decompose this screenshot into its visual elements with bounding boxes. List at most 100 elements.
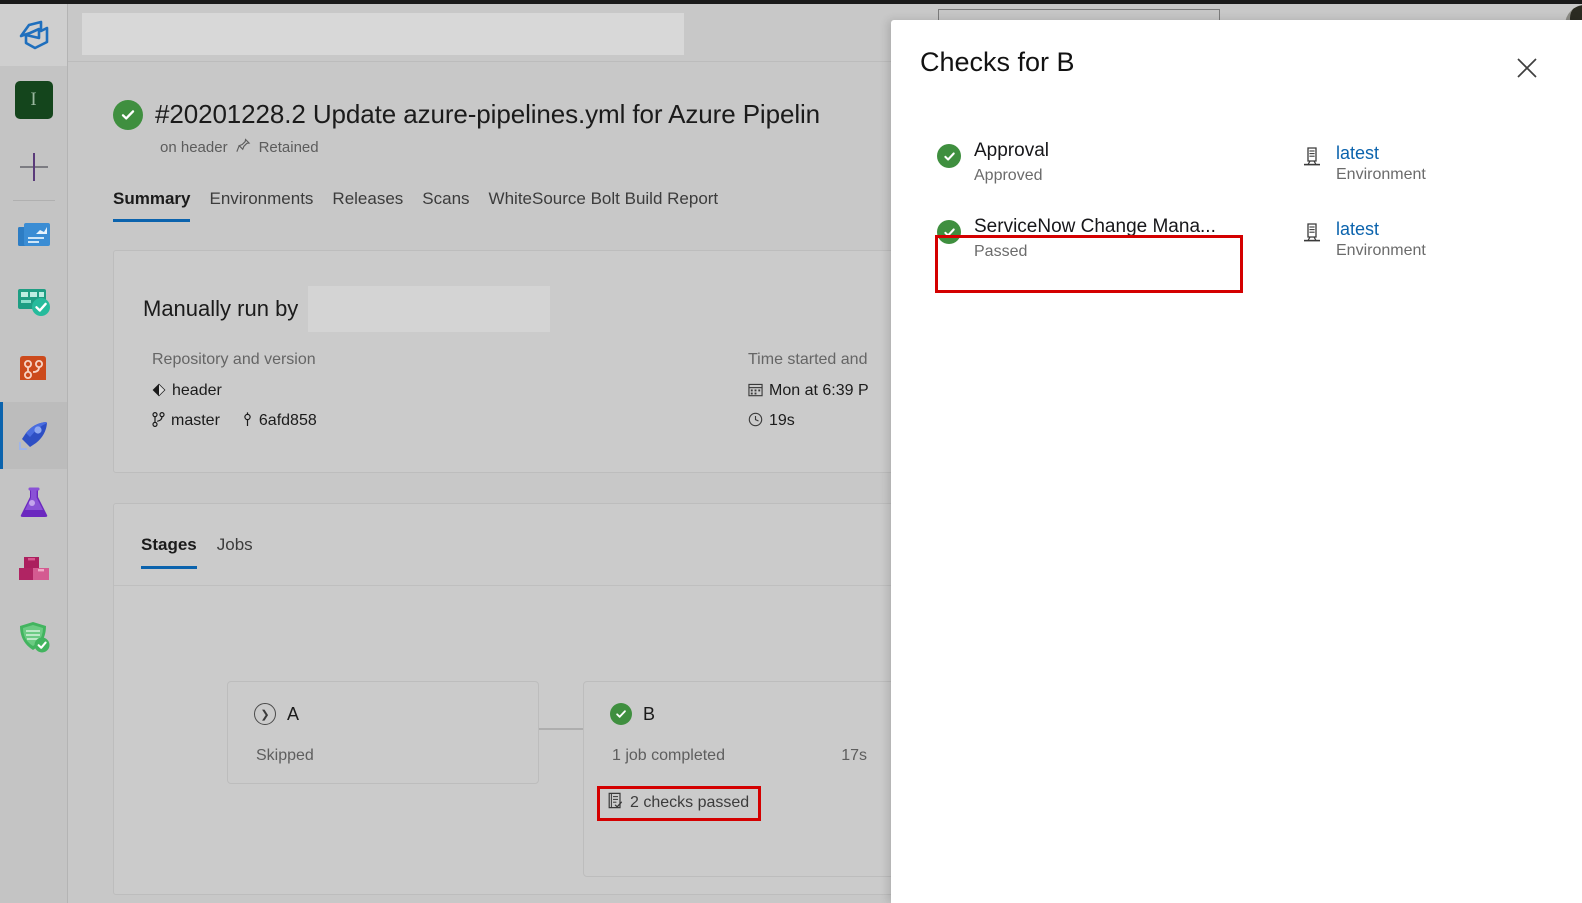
- checks-panel: Checks for B Approval Approved latest En…: [891, 20, 1582, 903]
- run-subtitle: on header Retained: [160, 138, 820, 156]
- pin-icon: [235, 138, 251, 156]
- test-plans-flask-icon: [20, 487, 47, 517]
- close-icon[interactable]: [1512, 53, 1542, 83]
- stage-a-status-text: Skipped: [256, 747, 314, 764]
- environment-server-icon: [1302, 146, 1322, 173]
- check-identity: ServiceNow Change Mana... Passed: [937, 216, 1216, 262]
- stage-b-status-text: 1 job completed: [612, 747, 725, 764]
- check-identity: Approval Approved: [937, 140, 1049, 186]
- time-started-row: Mon at 6:39 P: [748, 382, 869, 400]
- azure-devops-logo-icon[interactable]: [0, 4, 67, 66]
- rail-item-list: I: [0, 66, 67, 670]
- stage-a-name: A: [287, 703, 300, 724]
- stage-b-duration: 17s: [841, 747, 867, 764]
- tab-releases[interactable]: Releases: [332, 189, 422, 222]
- checks-passed-label: 2 checks passed: [630, 794, 750, 811]
- tab-whitesource-bolt-build-report[interactable]: WhiteSource Bolt Build Report: [489, 189, 738, 222]
- branch-name: master: [171, 412, 220, 429]
- repository-name: header: [172, 382, 222, 399]
- org-initial-badge: I: [14, 80, 53, 119]
- branch-icon: [152, 411, 165, 430]
- check-resource: latest Environment: [1302, 218, 1426, 260]
- stage-b-status: 1 job completed 17s: [612, 747, 867, 765]
- branch-group[interactable]: master: [152, 411, 220, 430]
- sidebar-item-test-plans[interactable]: [0, 469, 67, 536]
- duration-value: 19s: [769, 412, 795, 429]
- environment-server-icon: [1302, 222, 1322, 249]
- breadcrumb[interactable]: [82, 13, 684, 55]
- stage-a-header: ❯ A: [254, 703, 299, 725]
- time-started-value: Mon at 6:39 P: [769, 382, 869, 399]
- left-navigation-rail: I: [0, 4, 68, 903]
- time-group: Time started and Mon at 6:39 P 19s: [748, 351, 869, 442]
- sidebar-item-security[interactable]: [0, 603, 67, 670]
- sidebar-item-boards[interactable]: [0, 268, 67, 335]
- clock-icon: [748, 412, 763, 430]
- app-window: I #20201228.2 Update azure-pipelines.yml…: [0, 0, 1582, 903]
- repository-and-version-group: Repository and version header master 6af…: [152, 351, 333, 442]
- run-branch-label: on header: [160, 138, 228, 156]
- overview-dashboard-icon: [17, 222, 50, 246]
- security-shield-check-icon: [19, 621, 49, 652]
- check-circle-icon: [937, 144, 961, 168]
- retained-label: Retained: [258, 138, 319, 156]
- check-name: Approval: [974, 140, 1049, 161]
- repos-branch-icon: [19, 355, 46, 380]
- sidebar-item-repos[interactable]: [0, 335, 67, 402]
- environment-type: Environment: [1336, 241, 1426, 259]
- stage-card-b[interactable]: B 1 job completed 17s 2 checks passed: [583, 681, 896, 877]
- commit-sha: 6afd858: [258, 412, 317, 429]
- check-row[interactable]: Approval Approved latest Environment: [891, 140, 1582, 218]
- check-name: ServiceNow Change Mana...: [974, 216, 1216, 237]
- environment-link[interactable]: latest: [1336, 142, 1426, 165]
- run-by-user: [308, 286, 551, 332]
- stage-card-a[interactable]: ❯ A Skipped: [227, 681, 539, 784]
- check-circle-icon: [610, 703, 632, 725]
- repository-icon: [152, 383, 166, 400]
- checks-passed-link[interactable]: 2 checks passed: [597, 786, 762, 821]
- duration-row: 19s: [748, 412, 869, 430]
- tab-scans[interactable]: Scans: [422, 189, 488, 222]
- manually-run-by-row: Manually run by: [143, 286, 551, 332]
- boards-icon: [17, 288, 50, 316]
- check-state: Approved: [974, 166, 1043, 184]
- skipped-chevron-circle-icon: ❯: [254, 703, 276, 725]
- manually-run-by-label: Manually run by: [143, 296, 299, 321]
- sidebar-item-artifacts[interactable]: [0, 536, 67, 603]
- stage-a-status: Skipped: [256, 747, 510, 765]
- sidebar-item-overview[interactable]: [0, 201, 67, 268]
- commit-group[interactable]: 6afd858: [242, 412, 317, 430]
- tab-summary[interactable]: Summary: [113, 189, 209, 222]
- check-resource: latest Environment: [1302, 142, 1426, 184]
- panel-title: Checks for B: [920, 47, 1075, 77]
- check-circle-icon: [937, 220, 961, 244]
- stage-b-name: B: [643, 703, 656, 724]
- sidebar-item-pipelines[interactable]: [0, 402, 67, 469]
- repository-row[interactable]: header: [152, 382, 333, 400]
- run-header: #20201228.2 Update azure-pipelines.yml f…: [113, 99, 820, 156]
- sidebar-item-organization[interactable]: I: [0, 66, 67, 133]
- tab-stages[interactable]: Stages: [141, 535, 217, 569]
- stage-b-header: B: [610, 703, 655, 725]
- environment-link[interactable]: latest: [1336, 218, 1426, 241]
- commit-icon: [242, 412, 253, 430]
- stage-b-checks-wrap: 2 checks passed: [597, 786, 762, 821]
- plus-icon: [19, 152, 48, 181]
- repository-heading: Repository and version: [152, 351, 316, 368]
- checks-list: Approval Approved latest Environment Ser…: [891, 140, 1582, 294]
- checklist-icon: [607, 792, 623, 814]
- run-tab-list: Summary Environments Releases Scans Whit…: [113, 189, 737, 222]
- tab-jobs[interactable]: Jobs: [217, 535, 273, 569]
- artifacts-boxes-icon: [18, 556, 49, 580]
- check-state: Passed: [974, 242, 1028, 260]
- check-row[interactable]: ServiceNow Change Mana... Passed latest …: [891, 216, 1582, 294]
- page-title: #20201228.2 Update azure-pipelines.yml f…: [155, 99, 821, 129]
- tab-environments[interactable]: Environments: [209, 189, 332, 222]
- stage-connector-line: [539, 728, 583, 730]
- pipelines-rocket-icon: [18, 421, 47, 450]
- sidebar-item-new[interactable]: [0, 133, 67, 200]
- calendar-icon: [748, 382, 763, 400]
- stages-tab-list: Stages Jobs: [141, 535, 273, 569]
- check-circle-icon: [113, 99, 143, 130]
- branch-and-commit-row: master 6afd858: [152, 411, 333, 430]
